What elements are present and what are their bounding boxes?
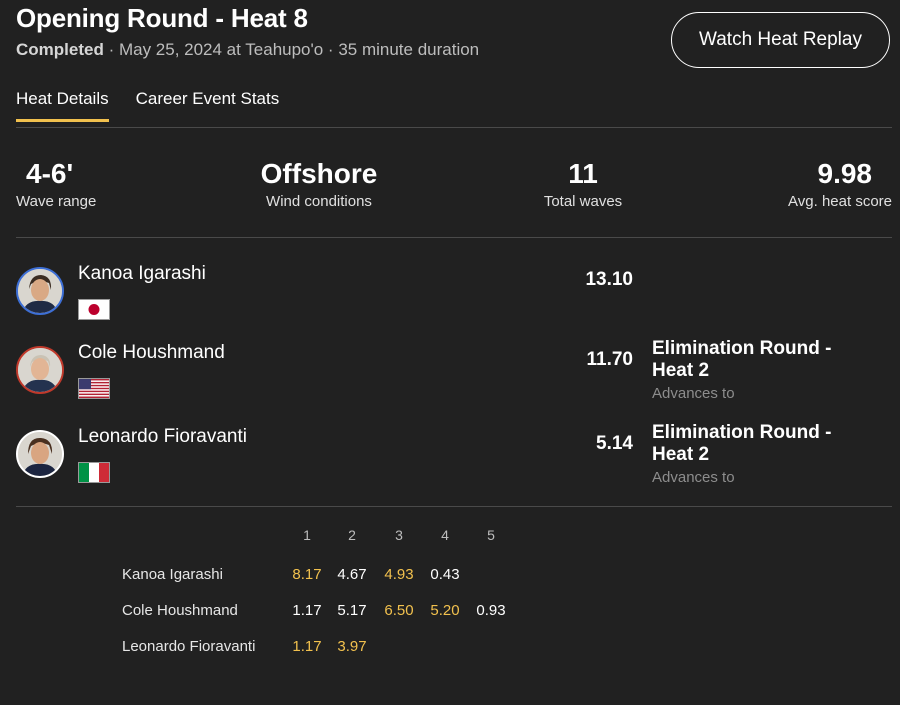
tab-heat-details[interactable]: Heat Details — [16, 89, 109, 122]
stat-avg-heat-score: 9.98 Avg. heat score — [788, 158, 892, 210]
usa-flag-icon — [78, 378, 110, 399]
wave-column-header: 1 — [303, 527, 311, 543]
wave-score: 0.93 — [476, 602, 506, 619]
watch-heat-replay-button[interactable]: Watch Heat Replay — [671, 12, 890, 68]
wave-score: 1.17 — [292, 638, 322, 655]
wave-row-surfer-name: Cole Houshmand — [122, 602, 238, 619]
advancement-info: Elimination Round - Heat 2 Advances to — [652, 338, 872, 402]
wave-score: 3.97 — [337, 638, 367, 655]
avatar — [16, 346, 64, 394]
stat-value: 4-6' — [26, 158, 74, 189]
heat-total-score: 5.14 — [596, 433, 633, 454]
wave-score: 5.17 — [337, 602, 367, 619]
surfer-name[interactable]: Leonardo Fioravanti — [78, 426, 247, 448]
heat-subtitle: Completed · May 25, 2024 at Teahupo'o · … — [16, 40, 479, 60]
advance-note: Advances to — [652, 385, 735, 402]
wave-score: 1.17 — [292, 602, 322, 619]
tab-career-event-stats[interactable]: Career Event Stats — [136, 89, 280, 121]
wave-score: 4.67 — [337, 566, 367, 583]
wave-score: 4.93 — [384, 566, 414, 583]
wave-score: 5.20 — [430, 602, 460, 619]
surfer-name[interactable]: Cole Houshmand — [78, 342, 225, 364]
advancement-info: Elimination Round - Heat 2 Advances to — [652, 422, 872, 486]
avatar — [16, 430, 64, 478]
heat-details: · May 25, 2024 at Teahupo'o · 35 minute … — [103, 40, 480, 59]
wave-score: 8.17 — [292, 566, 322, 583]
surfer-portrait-icon — [18, 432, 62, 476]
heat-status: Completed — [16, 40, 104, 59]
stat-label: Wave range — [16, 193, 97, 210]
avatar — [16, 267, 64, 315]
surfer-row[interactable]: Cole Houshmand 11.70 Elimination Round -… — [16, 338, 892, 406]
wave-row-surfer-name: Leonardo Fioravanti — [122, 638, 256, 655]
advance-round-title[interactable]: Elimination Round - Heat 2 — [652, 422, 872, 466]
wave-column-header: 3 — [395, 527, 403, 543]
japan-flag-icon — [78, 299, 110, 320]
stat-value: Offshore — [260, 158, 378, 189]
advance-round-title[interactable]: Elimination Round - Heat 2 — [652, 338, 872, 382]
wave-column-header: 2 — [348, 527, 356, 543]
stat-value: 11 — [568, 158, 598, 189]
tabs-divider — [16, 127, 892, 128]
wave-column-header: 4 — [441, 527, 449, 543]
wave-column-header: 5 — [487, 527, 495, 543]
heat-total-score: 11.70 — [586, 349, 634, 370]
stat-label: Total waves — [543, 193, 623, 210]
heat-total-score: 13.10 — [585, 269, 633, 290]
stat-label: Avg. heat score — [788, 193, 892, 210]
surfer-name[interactable]: Kanoa Igarashi — [78, 263, 206, 285]
surfer-row[interactable]: Kanoa Igarashi 13.10 — [16, 263, 892, 327]
wave-row-surfer-name: Kanoa Igarashi — [122, 566, 223, 583]
surfer-portrait-icon — [18, 269, 62, 313]
stat-wave-range: 4-6' Wave range — [16, 158, 96, 210]
stat-label: Wind conditions — [266, 193, 372, 210]
italy-flag-icon — [78, 462, 110, 483]
surfer-row[interactable]: Leonardo Fioravanti 5.14 Elimination Rou… — [16, 422, 892, 490]
advance-note: Advances to — [652, 469, 735, 486]
surfers-divider — [16, 506, 892, 507]
tab-bar: Heat Details Career Event Stats — [16, 89, 280, 122]
stat-total-waves: 11 Total waves — [544, 158, 622, 210]
wave-score: 0.43 — [430, 566, 460, 583]
stats-divider — [16, 237, 892, 238]
wave-score: 6.50 — [384, 602, 414, 619]
stat-wind-conditions: Offshore Wind conditions — [261, 158, 378, 210]
surfer-portrait-icon — [18, 348, 62, 392]
page-title: Opening Round - Heat 8 — [16, 3, 308, 33]
stat-value: 9.98 — [817, 158, 873, 189]
